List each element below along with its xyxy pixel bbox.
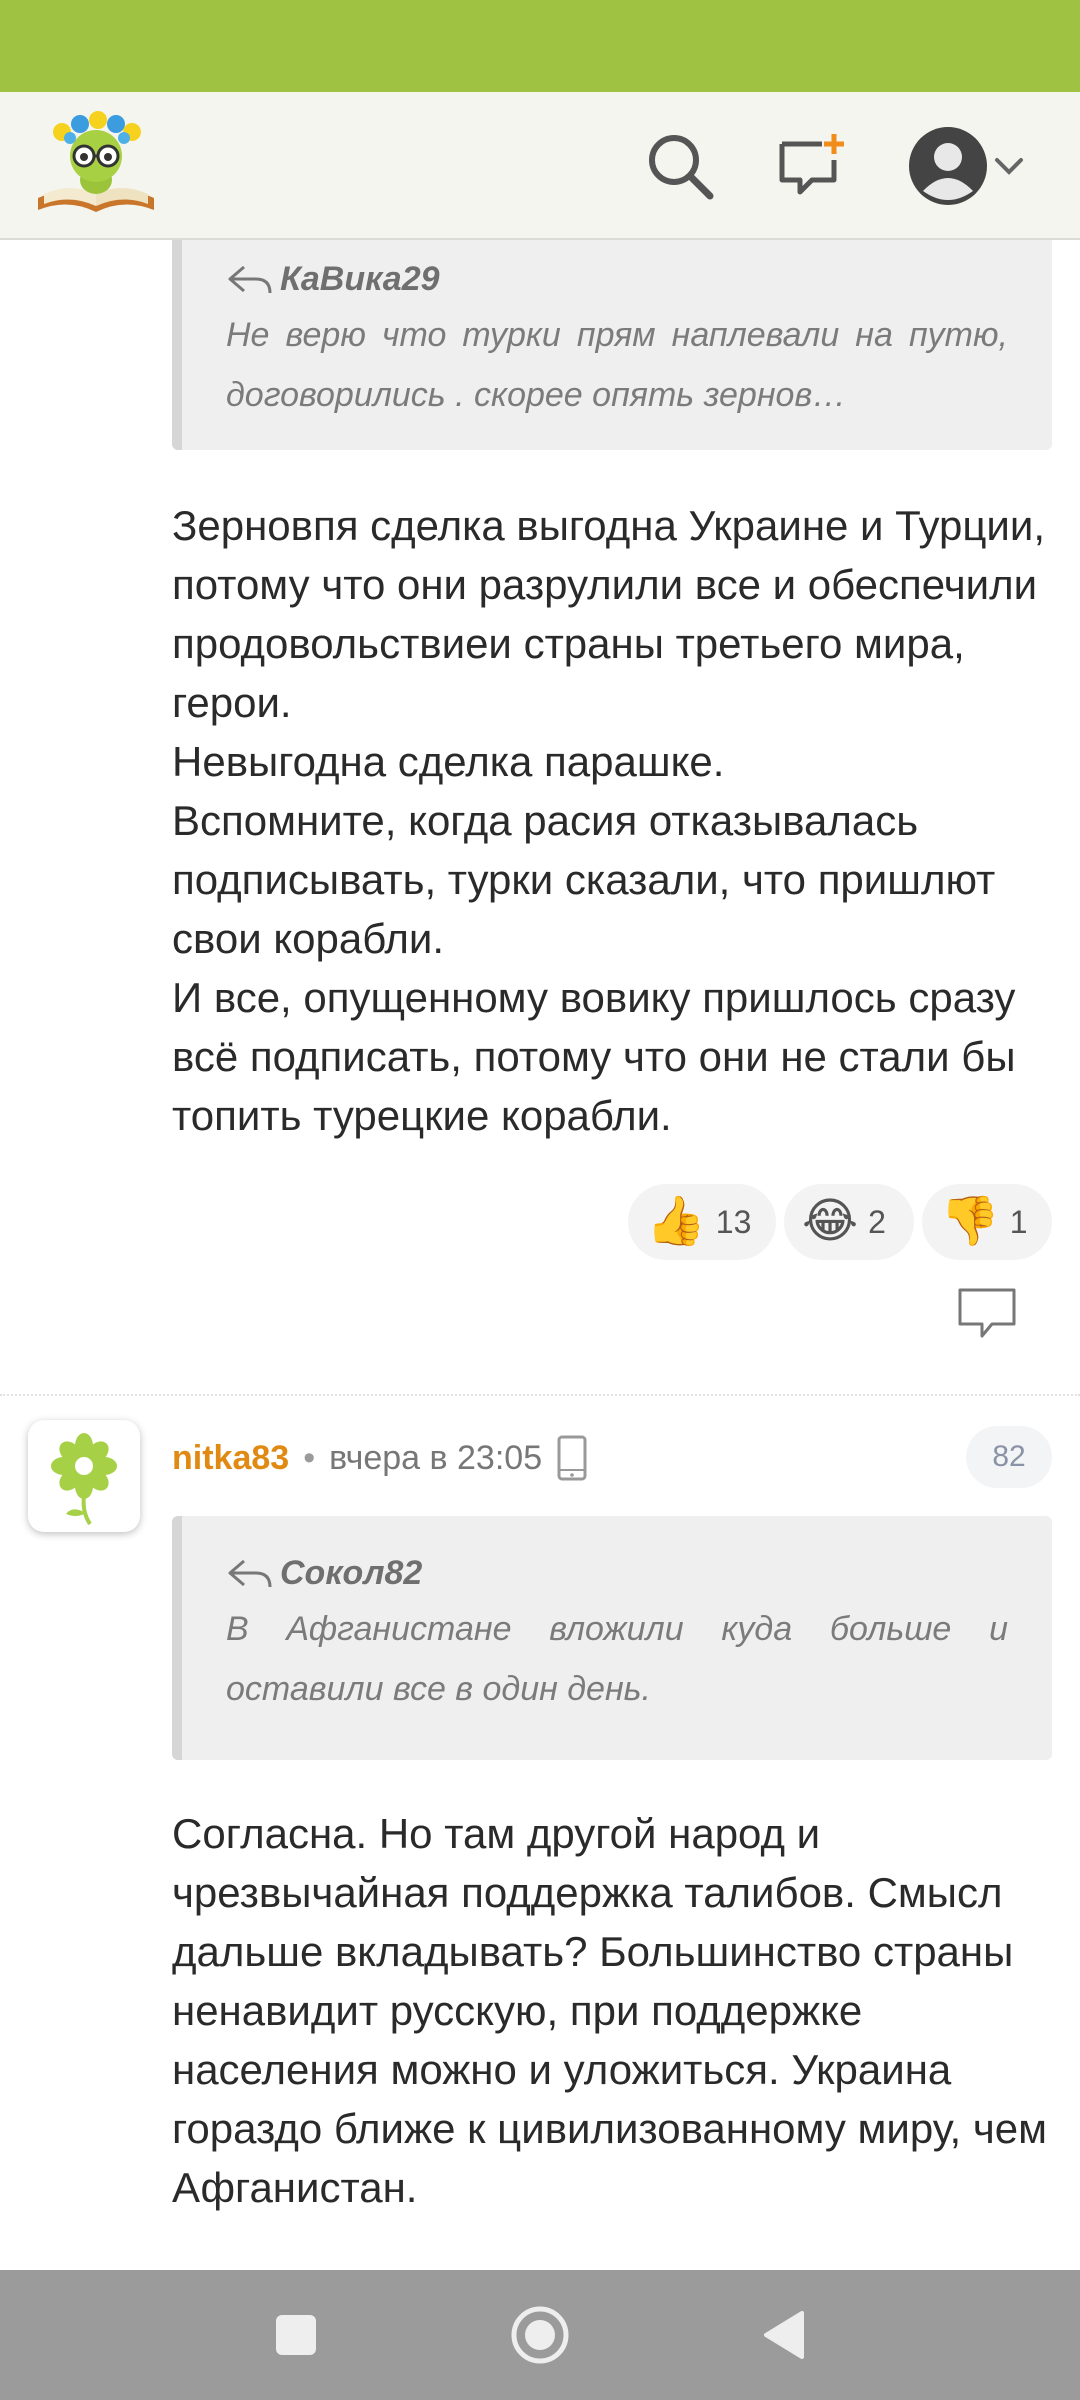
reaction-count: 13 bbox=[715, 1203, 752, 1240]
quoted-comment[interactable]: Сокол82 В Афганистане вложили куда больш… bbox=[172, 1516, 1052, 1760]
thumbs-down-icon: 👎 bbox=[940, 1195, 1000, 1248]
back-button[interactable] bbox=[744, 2295, 824, 2375]
quote-author-name: КаВика29 bbox=[280, 260, 440, 298]
reaction-count: 1 bbox=[1009, 1203, 1028, 1240]
reply-button[interactable] bbox=[954, 1284, 1020, 1344]
quote-text: Не верю что турки прям наплевали на путю… bbox=[226, 316, 1008, 414]
square-icon bbox=[276, 2315, 316, 2355]
comment-body: Зерновпя сделка выгодна Украине и Турции… bbox=[172, 496, 1062, 1145]
home-button[interactable] bbox=[500, 2295, 580, 2375]
comment-paragraph: Вспомните, когда расия отказывалась подп… bbox=[172, 797, 996, 962]
reaction-dislike-button[interactable]: 👎 1 bbox=[922, 1184, 1052, 1260]
comment-paragraph: Зерновпя сделка выгодна Украине и Турции… bbox=[172, 502, 1045, 726]
reaction-laugh-button[interactable]: 😂 2 bbox=[784, 1184, 914, 1260]
comment-timestamp: вчера в 23:05 bbox=[329, 1438, 543, 1477]
comment-body: Согласна. Но там другой народ и чрезвыча… bbox=[172, 1804, 1062, 2217]
avatar[interactable] bbox=[28, 1420, 140, 1532]
avatar-icon bbox=[909, 127, 987, 205]
meta-separator: • bbox=[303, 1438, 316, 1477]
reply-arrow-icon bbox=[228, 1559, 272, 1587]
comment-divider bbox=[0, 1394, 1080, 1396]
comment-number: 82 bbox=[992, 1440, 1026, 1473]
home-circle-icon bbox=[511, 2306, 569, 2364]
recent-apps-button[interactable] bbox=[256, 2295, 336, 2375]
comment-paragraph: Невыгодна сделка парашке. bbox=[172, 738, 725, 785]
laughing-icon: 😂 bbox=[802, 1195, 859, 1248]
mobile-phone-icon bbox=[557, 1435, 587, 1481]
username-link[interactable]: nitka83 bbox=[172, 1439, 289, 1478]
quote-author: Сокол82 bbox=[226, 1554, 1008, 1593]
quote-author-name: Сокол82 bbox=[280, 1554, 423, 1592]
quoted-comment[interactable]: КаВика29 Не верю что турки прям наплевал… bbox=[172, 240, 1052, 450]
comments-feed: КаВика29 Не верю что турки прям наплевал… bbox=[0, 240, 1080, 2270]
thumbs-up-icon: 👍 bbox=[646, 1195, 706, 1248]
new-message-icon bbox=[779, 134, 844, 195]
quote-text: В Афганистане вложили куда больше и оста… bbox=[226, 1610, 1008, 1708]
chevron-down-icon bbox=[995, 158, 1023, 175]
comment-paragraph: Согласна. Но там другой народ и чрезвыча… bbox=[172, 1810, 1048, 2211]
flower-icon bbox=[51, 1433, 117, 1526]
system-navigation-bar bbox=[0, 2270, 1080, 2400]
reply-comment-icon bbox=[958, 1288, 1016, 1338]
reply-arrow-icon bbox=[228, 265, 272, 293]
quote-author: КаВика29 bbox=[226, 260, 1008, 299]
comment-meta: nitka83 • вчера в 23:05 bbox=[172, 1430, 588, 1486]
reaction-like-button[interactable]: 👍 13 bbox=[628, 1184, 776, 1260]
app-header bbox=[0, 92, 1080, 240]
search-icon bbox=[649, 135, 714, 200]
profile-menu-button[interactable] bbox=[898, 126, 1038, 206]
comment-number-badge[interactable]: 82 bbox=[966, 1426, 1052, 1488]
search-button[interactable] bbox=[640, 126, 720, 206]
status-bar bbox=[0, 0, 1080, 92]
reaction-count: 2 bbox=[868, 1203, 886, 1240]
back-triangle-icon bbox=[764, 2311, 804, 2359]
new-message-button[interactable] bbox=[772, 126, 852, 206]
logo-icon[interactable] bbox=[34, 110, 158, 220]
comment-paragraph: И все, опущенному вовику пришлось сразу … bbox=[172, 974, 1016, 1139]
